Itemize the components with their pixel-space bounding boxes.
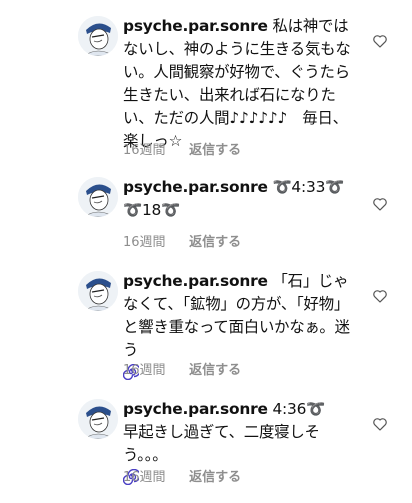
comment-text: 18: [141, 201, 162, 219]
curly-loop-emoji: ➰: [123, 201, 142, 219]
comment-text: 4:36: [272, 400, 307, 418]
comment-time: 16週間: [123, 363, 166, 378]
comment-username[interactable]: psyche.par.sonre: [123, 17, 268, 35]
avatar[interactable]: [78, 177, 118, 217]
comment-time: 16週間: [123, 470, 166, 485]
reply-button[interactable]: 返信する: [189, 470, 241, 485]
comment-time: 16週間: [123, 235, 166, 250]
comment-meta: 16週間 返信する: [123, 359, 241, 378]
comment-username[interactable]: psyche.par.sonre: [123, 400, 268, 418]
heart-outline-icon[interactable]: [372, 416, 388, 432]
comment-time: 16週間: [123, 143, 166, 158]
avatar-illustration: [78, 271, 118, 311]
reply-button[interactable]: 返信する: [189, 363, 241, 378]
comment-text: 4:33: [291, 178, 326, 196]
reply-button[interactable]: 返信する: [189, 143, 241, 158]
curly-loop-emoji: ➰: [272, 178, 292, 196]
avatar-illustration: [78, 177, 118, 217]
curly-loop-emoji: ➰: [161, 201, 181, 219]
comment-username[interactable]: psyche.par.sonre: [123, 272, 268, 290]
comment-body: psyche.par.sonre ➰4:33➰ ➰18➰: [123, 176, 355, 222]
avatar-illustration: [78, 16, 118, 56]
reply-button[interactable]: 返信する: [189, 235, 241, 250]
comment-meta: 16週間 返信する: [123, 466, 241, 485]
heart-outline-icon[interactable]: [372, 288, 388, 304]
curly-loop-emoji: ➰: [325, 178, 345, 196]
curly-loop-emoji: ➰: [306, 400, 326, 418]
comment-text: 私は神ではないし、神のように生きる気もない。人間観察が好物で、ぐうたら生きたい、…: [123, 17, 351, 150]
comment-list: psyche.par.sonre 私は神ではないし、神のように生きる気もない。人…: [0, 0, 412, 503]
comment-meta: 16週間 返信する: [123, 231, 241, 250]
comment-meta: 16週間 返信する: [123, 139, 241, 158]
comment-username[interactable]: psyche.par.sonre: [123, 178, 268, 196]
comment-body: psyche.par.sonre 私は神ではないし、神のように生きる気もない。人…: [123, 15, 355, 153]
heart-outline-icon[interactable]: [372, 196, 388, 212]
avatar[interactable]: [78, 399, 118, 439]
heart-outline-icon[interactable]: [372, 33, 388, 49]
avatar[interactable]: [78, 16, 118, 56]
avatar-illustration: [78, 399, 118, 439]
avatar[interactable]: [78, 271, 118, 311]
